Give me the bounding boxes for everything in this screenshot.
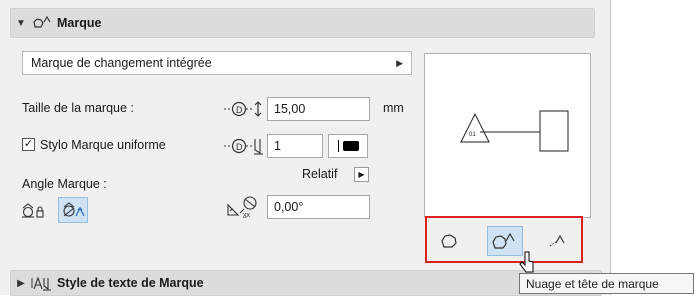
angle-mode-arrow-button[interactable]: ▶ (354, 167, 369, 182)
section-header-text-style[interactable]: ▶ Style de texte de Marque (10, 270, 602, 296)
section-title: Marque (57, 16, 102, 30)
tooltip: Nuage et tête de marque (519, 273, 694, 294)
pen-color-swatch[interactable] (328, 134, 368, 158)
marker-pen-icon: D (222, 136, 266, 156)
marker-preview: 01 (424, 53, 591, 218)
marker-preview-drawing: 01 (460, 110, 569, 152)
marker-pen-input[interactable]: 1 (267, 134, 323, 158)
section-title: Style de texte de Marque (57, 276, 204, 290)
svg-text:D: D (236, 105, 243, 115)
angle-relative-button[interactable] (58, 197, 88, 223)
svg-text:x̲x: x̲x (242, 212, 251, 219)
mouse-cursor-icon (519, 250, 535, 274)
collapse-arrow-icon[interactable]: ▶ (11, 278, 31, 289)
marker-style-group (425, 216, 583, 263)
marker-size-label: Taille de la marque : (22, 101, 134, 115)
cloud-and-head-button[interactable] (487, 226, 523, 256)
angle-fixed-button[interactable] (18, 197, 48, 223)
angle-label: Angle Marque : (22, 177, 107, 191)
text-style-icon (31, 274, 53, 292)
cloud-only-button[interactable] (432, 226, 468, 256)
svg-text:D: D (236, 142, 243, 152)
expand-arrow-icon[interactable]: ▼ (11, 18, 31, 29)
marker-type-dropdown[interactable]: Marque de changement intégrée ▶ (22, 51, 412, 75)
angle-mode-label: Relatif (302, 167, 338, 181)
submenu-arrow-icon: ▶ (396, 57, 403, 68)
section-header-marque[interactable]: ▼ Marque (10, 8, 595, 38)
marker-type-value: Marque de changement intégrée (31, 56, 212, 70)
uniform-pen-label: Stylo Marque uniforme (40, 138, 166, 152)
uniform-pen-checkbox[interactable]: ✓ (22, 138, 35, 151)
marker-size-icon: D (222, 99, 266, 119)
cloud-icon (441, 234, 457, 248)
head-only-button[interactable] (540, 226, 576, 256)
angle-value-input[interactable]: 0,00° (267, 195, 370, 219)
tooltip-text: Nuage et tête de marque (526, 276, 659, 291)
marker-pen-value: 1 (274, 139, 281, 153)
marker-size-value: 15,00 (274, 102, 306, 116)
marker-head-icon (549, 234, 565, 247)
panel-right-border (610, 0, 611, 295)
cloud-head-icon (492, 232, 515, 249)
cloud-marker-icon (31, 14, 53, 32)
marker-size-input[interactable]: 15,00 (267, 97, 370, 121)
angle-value: 0,00° (274, 200, 304, 214)
marker-size-unit: mm (383, 101, 404, 115)
angle-value-icon: x̲x (224, 193, 264, 219)
preview-marker-text: 01 (469, 132, 476, 138)
